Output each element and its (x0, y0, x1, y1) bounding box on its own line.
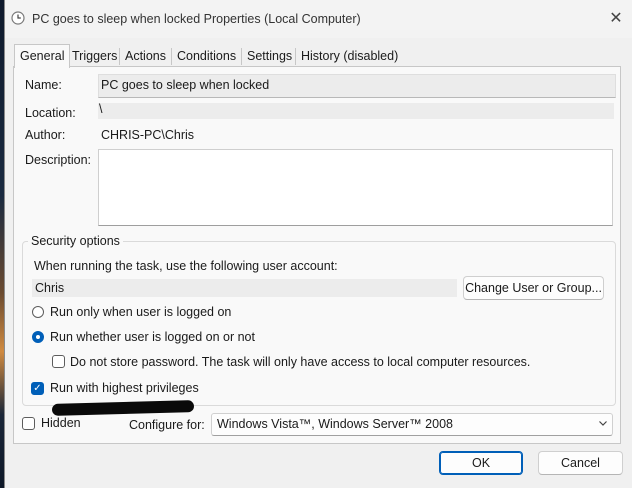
cancel-button[interactable]: Cancel (538, 451, 623, 475)
hidden-checkbox[interactable] (22, 417, 35, 430)
description-label: Description: (25, 153, 91, 167)
run-highest-privileges-label[interactable]: Run with highest privileges (50, 381, 199, 395)
location-field (98, 103, 614, 119)
run-whether-logged-on-label[interactable]: Run whether user is logged on or not (50, 330, 255, 344)
description-textarea[interactable] (98, 149, 613, 226)
configure-for-label: Configure for: (129, 418, 205, 432)
redaction-scribble (51, 400, 195, 416)
author-value: CHRIS-PC\Chris (101, 128, 195, 142)
configure-for-select[interactable]: Windows Vista™, Windows Server™ 2008 (211, 413, 613, 436)
run-highest-privileges-checkbox[interactable]: ✓ (31, 382, 44, 395)
security-options-title: Security options (28, 234, 123, 248)
user-account-field: Chris (32, 279, 457, 297)
run-whether-logged-on-radio[interactable] (32, 331, 44, 343)
change-user-or-group-button[interactable]: Change User or Group... (463, 276, 604, 300)
hidden-label[interactable]: Hidden (41, 416, 81, 430)
chevron-down-icon[interactable] (598, 418, 608, 428)
task-name-value: PC goes to sleep when locked (101, 78, 270, 92)
do-not-store-password-checkbox[interactable] (52, 355, 65, 368)
location-label: Location: (25, 106, 76, 120)
name-label: Name: (25, 78, 62, 92)
do-not-store-password-label[interactable]: Do not store password. The task will onl… (70, 355, 530, 369)
author-label: Author: (25, 128, 66, 142)
run-only-logged-on-label[interactable]: Run only when user is logged on (50, 305, 231, 319)
ok-button[interactable]: OK (439, 451, 523, 475)
account-prompt: When running the task, use the following… (34, 259, 338, 273)
location-value: \ (99, 102, 103, 116)
run-only-logged-on-radio[interactable] (32, 306, 44, 318)
